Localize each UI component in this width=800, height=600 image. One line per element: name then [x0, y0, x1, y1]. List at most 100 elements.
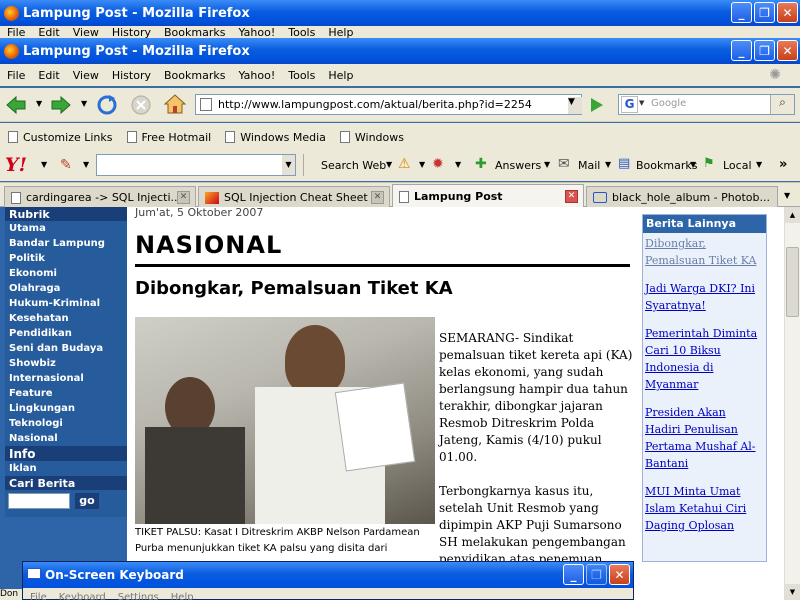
back-minimize-button[interactable]: _	[731, 2, 752, 23]
bookmark-free-hotmail[interactable]: Free Hotmail	[126, 131, 211, 144]
mail-button[interactable]: Mail	[578, 159, 600, 172]
nav-ekonomi[interactable]: Ekonomi	[5, 266, 127, 281]
reload-icon[interactable]	[96, 94, 118, 116]
forward-history-dropdown-icon[interactable]: ▼	[81, 99, 87, 108]
nav-hukum-kriminal[interactable]: Hukum-Kriminal	[5, 296, 127, 311]
pencil-icon[interactable]: ✎	[60, 157, 72, 173]
alert-icon[interactable]: ⚠	[398, 156, 411, 172]
osk-menu-settings[interactable]: Settings	[118, 592, 159, 600]
back-window-titlebar[interactable]: Lampung Post - Mozilla Firefox _ ❐ ✕	[0, 0, 800, 26]
forward-arrow-icon[interactable]	[50, 95, 72, 115]
back-maximize-button[interactable]: ❐	[754, 2, 775, 23]
osk-titlebar[interactable]: On-Screen Keyboard _ ❐ ✕	[23, 562, 633, 588]
osk-minimize-button[interactable]: _	[563, 564, 584, 585]
search-web-button[interactable]: Search Web	[321, 159, 386, 172]
osk-menu-help[interactable]: Help	[171, 592, 194, 600]
menu-file[interactable]: File	[7, 69, 25, 82]
yahoo-logo[interactable]: Y!	[5, 154, 27, 176]
yahoo-search-input[interactable]	[96, 154, 296, 176]
tab-close-icon[interactable]: ✕	[371, 191, 384, 204]
nav-seni-dan-budaya[interactable]: Seni dan Budaya	[5, 341, 127, 356]
related-news-link[interactable]: Dibongkar, Pemalsuan Tiket KA	[645, 235, 764, 269]
maximize-button[interactable]: ❐	[754, 40, 775, 61]
local-button[interactable]: Local	[723, 159, 752, 172]
answers-dropdown-icon[interactable]: ▼	[544, 160, 550, 169]
menu-bookmarks[interactable]: Bookmarks	[164, 69, 225, 82]
local-dropdown-icon[interactable]: ▼	[756, 160, 762, 169]
tab-close-icon[interactable]: ✕	[565, 190, 578, 203]
osk-close-button[interactable]: ✕	[609, 564, 630, 585]
google-engine-icon[interactable]: G	[621, 96, 638, 113]
nav-utama[interactable]: Utama	[5, 221, 127, 236]
nav-nasional[interactable]: Nasional	[5, 431, 127, 446]
related-news-link[interactable]: MUI Minta Umat Islam Ketahui Ciri Daging…	[645, 483, 764, 534]
related-news-link[interactable]: Presiden Akan Hadiri Penulisan Pertama M…	[645, 404, 764, 472]
menu-yahoo[interactable]: Yahoo!	[238, 69, 275, 82]
related-news-link[interactable]: Pemerintah Diminta Cari 10 Biksu Indones…	[645, 325, 764, 393]
minimize-button[interactable]: _	[731, 40, 752, 61]
more-tools-chevron[interactable]: »	[779, 157, 787, 172]
tab-photobucket[interactable]: black_hole_album - Photob...	[586, 186, 778, 208]
tab-cardingarea[interactable]: cardingarea -> SQL Injecti... ✕	[4, 186, 196, 208]
alert-dropdown-icon[interactable]: ▼	[419, 160, 425, 169]
tab-list-dropdown-icon[interactable]: ▼	[784, 191, 790, 200]
window-titlebar[interactable]: Lampung Post - Mozilla Firefox _ ❐ ✕	[0, 38, 800, 64]
yahoo-bookmarks-button[interactable]: Bookmarks	[636, 159, 697, 172]
vertical-scrollbar[interactable]: ▲ ▼	[784, 207, 800, 600]
menu-history[interactable]: History	[112, 69, 151, 82]
back-close-button[interactable]: ✕	[777, 2, 798, 23]
menu-edit[interactable]: Edit	[38, 69, 59, 82]
tab-sql-cheat-sheet[interactable]: SQL Injection Cheat Sheet ✕	[198, 186, 390, 208]
scroll-thumb[interactable]	[786, 247, 799, 317]
related-news-link[interactable]: Jadi Warga DKI? Ini Syaratnya!	[645, 280, 764, 314]
search-placeholder: Google	[651, 98, 687, 109]
home-icon[interactable]	[163, 93, 187, 115]
flower-icon[interactable]: ✹	[432, 156, 444, 172]
back-history-dropdown-icon[interactable]: ▼	[36, 99, 42, 108]
nav-bandar-lampung[interactable]: Bandar Lampung	[5, 236, 127, 251]
nav-showbiz[interactable]: Showbiz	[5, 356, 127, 371]
go-arrow-icon[interactable]	[588, 96, 606, 114]
osk-menu-file[interactable]: File	[30, 592, 47, 600]
nav-iklan[interactable]: Iklan	[5, 461, 127, 476]
nav-pendidikan[interactable]: Pendidikan	[5, 326, 127, 341]
nav-olahraga[interactable]: Olahraga	[5, 281, 127, 296]
mail-dropdown-icon[interactable]: ▼	[605, 160, 611, 169]
yahoo-search-dropdown-icon[interactable]: ▼	[282, 155, 295, 175]
url-input[interactable]: http://www.lampungpost.com/aktual/berita…	[195, 94, 582, 115]
nav-feature[interactable]: Feature	[5, 386, 127, 401]
flower-dropdown-icon[interactable]: ▼	[455, 160, 461, 169]
news-search-input[interactable]	[8, 493, 70, 509]
page-icon	[339, 131, 350, 143]
on-screen-keyboard-window[interactable]: On-Screen Keyboard _ ❐ ✕ File Keyboard S…	[22, 561, 634, 600]
osk-menu-keyboard[interactable]: Keyboard	[59, 592, 106, 600]
stop-icon[interactable]	[130, 94, 152, 116]
nav-politik[interactable]: Politik	[5, 251, 127, 266]
scroll-down-icon[interactable]: ▼	[785, 584, 800, 600]
nav-lingkungan[interactable]: Lingkungan	[5, 401, 127, 416]
search-magnifier-icon[interactable]: ⌕	[770, 95, 794, 114]
bookmarks-dropdown-icon[interactable]: ▼	[690, 160, 696, 169]
back-arrow-icon[interactable]	[5, 95, 27, 115]
scroll-up-icon[interactable]: ▲	[785, 207, 800, 223]
nav-internasional[interactable]: Internasional	[5, 371, 127, 386]
menu-view[interactable]: View	[73, 69, 99, 82]
nav-teknologi[interactable]: Teknologi	[5, 416, 127, 431]
yahoo-dropdown-icon[interactable]: ▼	[41, 160, 47, 169]
tab-lampung-post[interactable]: Lampung Post ✕	[392, 184, 584, 208]
bookmark-windows-media[interactable]: Windows Media	[225, 131, 326, 144]
bookmark-customize-links[interactable]: Customize Links	[8, 131, 113, 144]
bookmark-windows[interactable]: Windows	[339, 131, 404, 144]
pencil-dropdown-icon[interactable]: ▼	[83, 160, 89, 169]
menu-tools[interactable]: Tools	[288, 69, 315, 82]
search-web-dropdown-icon[interactable]: ▼	[386, 160, 392, 169]
nav-kesehatan[interactable]: Kesehatan	[5, 311, 127, 326]
answers-button[interactable]: Answers	[495, 159, 541, 172]
close-button[interactable]: ✕	[777, 40, 798, 61]
search-input[interactable]: G ▼ Google ⌕	[618, 94, 795, 115]
go-button[interactable]: go	[75, 493, 99, 509]
url-dropdown-icon[interactable]: ▼	[568, 97, 582, 114]
menu-help[interactable]: Help	[328, 69, 353, 82]
engine-dropdown-icon[interactable]: ▼	[639, 99, 644, 107]
tab-close-icon[interactable]: ✕	[177, 191, 190, 204]
